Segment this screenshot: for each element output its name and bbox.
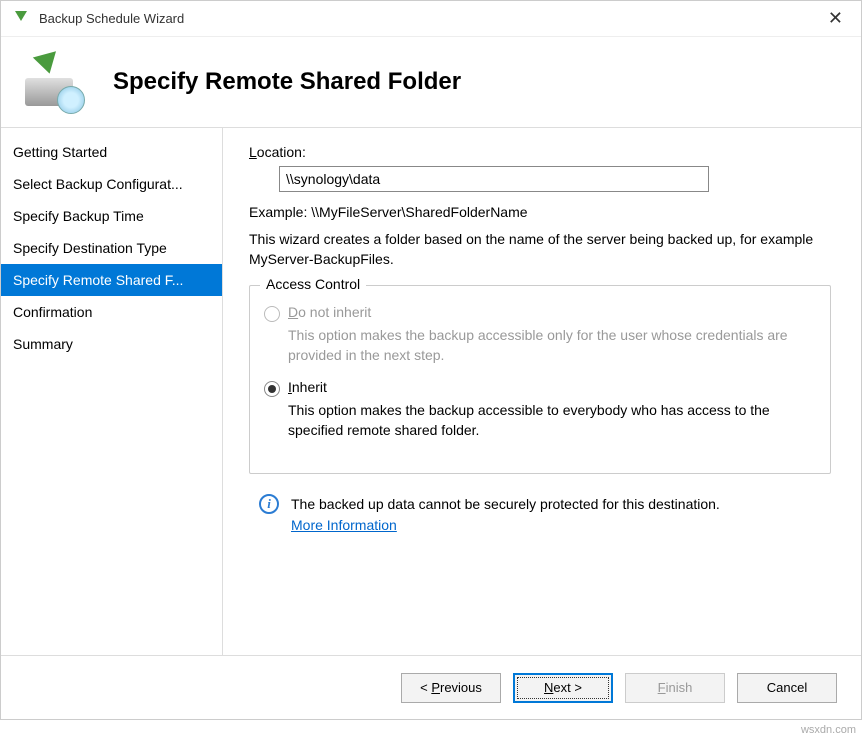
- next-button[interactable]: Next >: [513, 673, 613, 703]
- step-specify-destination-type[interactable]: Specify Destination Type: [1, 232, 222, 264]
- radio-inherit-label[interactable]: Inherit: [288, 379, 327, 395]
- banner-backup-icon: [21, 50, 85, 114]
- wizard-body: Getting Started Select Backup Configurat…: [1, 127, 861, 655]
- more-information-link[interactable]: More Information: [291, 517, 397, 533]
- step-specify-backup-time[interactable]: Specify Backup Time: [1, 200, 222, 232]
- access-control-legend: Access Control: [260, 276, 366, 292]
- radio-inherit-block: Inherit This option makes the backup acc…: [264, 379, 816, 440]
- content-pane: Location: Example: \\MyFileServer\Shared…: [223, 128, 861, 655]
- close-icon[interactable]: ✕: [820, 4, 851, 33]
- steps-sidebar: Getting Started Select Backup Configurat…: [1, 128, 223, 655]
- finish-button: Finish: [625, 673, 725, 703]
- wizard-description: This wizard creates a folder based on th…: [249, 230, 831, 269]
- step-summary[interactable]: Summary: [1, 328, 222, 360]
- banner: Specify Remote Shared Folder: [1, 37, 861, 127]
- page-title: Specify Remote Shared Folder: [113, 68, 461, 96]
- step-confirmation[interactable]: Confirmation: [1, 296, 222, 328]
- titlebar: Backup Schedule Wizard ✕: [1, 1, 861, 37]
- location-input[interactable]: [279, 166, 709, 192]
- step-getting-started[interactable]: Getting Started: [1, 136, 222, 168]
- radio-do-not-inherit-block: Do not inherit This option makes the bac…: [264, 304, 816, 365]
- radio-do-not-inherit-desc: This option makes the backup accessible …: [288, 326, 816, 365]
- info-block: i The backed up data cannot be securely …: [259, 494, 831, 536]
- access-control-group: Access Control Do not inherit This optio…: [249, 285, 831, 473]
- info-icon: i: [259, 494, 279, 514]
- wizard-window: Backup Schedule Wizard ✕ Specify Remote …: [0, 0, 862, 720]
- radio-inherit[interactable]: [264, 381, 280, 397]
- watermark: wsxdn.com: [801, 724, 856, 736]
- backup-icon: [11, 9, 31, 29]
- radio-inherit-desc: This option makes the backup accessible …: [288, 401, 816, 440]
- location-example: Example: \\MyFileServer\SharedFolderName: [249, 204, 831, 220]
- info-message: The backed up data cannot be securely pr…: [291, 496, 720, 512]
- cancel-button[interactable]: Cancel: [737, 673, 837, 703]
- radio-do-not-inherit-label: Do not inherit: [288, 304, 371, 320]
- button-footer: < Previous Next > Finish Cancel: [1, 655, 861, 719]
- previous-button[interactable]: < Previous: [401, 673, 501, 703]
- radio-do-not-inherit: [264, 306, 280, 322]
- step-select-backup-configuration[interactable]: Select Backup Configurat...: [1, 168, 222, 200]
- window-title: Backup Schedule Wizard: [39, 11, 820, 26]
- location-label: Location:: [249, 144, 831, 160]
- info-text-block: The backed up data cannot be securely pr…: [291, 494, 720, 536]
- step-specify-remote-shared-folder[interactable]: Specify Remote Shared F...: [1, 264, 222, 296]
